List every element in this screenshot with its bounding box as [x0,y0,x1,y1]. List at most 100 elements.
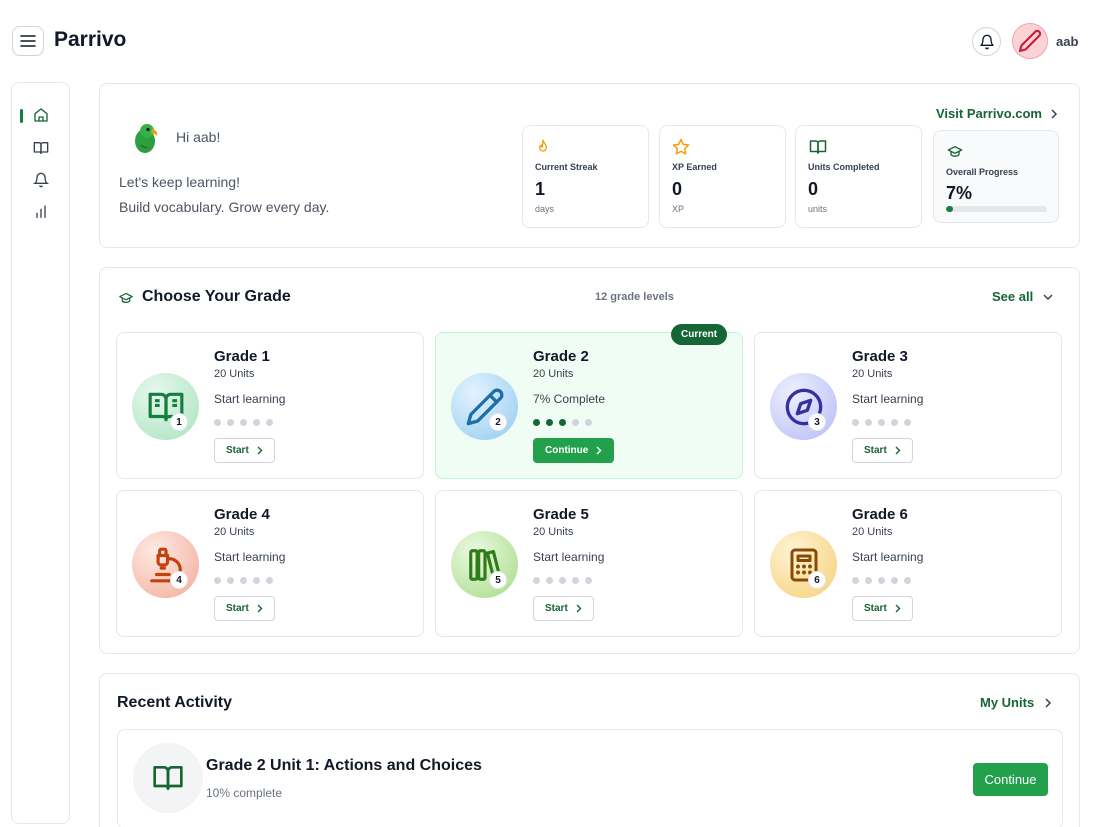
grade-number-badge: 4 [170,571,188,589]
progress-dot [865,419,872,426]
grade-start-button[interactable]: Start [214,438,275,463]
pencil-avatar-icon [1018,29,1042,53]
chevron-down-icon [1043,293,1053,300]
choose-grade-card: Choose Your Grade 12 grade levels See al… [99,267,1080,654]
button-label: Start [226,445,249,456]
sidebar-item-units[interactable] [31,138,51,158]
home-icon [34,108,48,122]
progress-dot [585,577,592,584]
chevron-right-icon [895,446,901,455]
grade-card-6[interactable]: 6 Grade 6 20 Units Start learning Start [754,490,1062,637]
grade-number-badge: 2 [489,413,507,431]
button-label: Start [864,445,887,456]
grade-status: Start learning [214,392,286,406]
grade-number-badge: 3 [808,413,826,431]
grade-card-1[interactable]: 1 Grade 1 20 Units Start learning Start [116,332,424,479]
chevron-right-icon [257,604,263,613]
progress-dot [227,577,234,584]
sidebar-item-stats[interactable] [31,202,51,222]
graduation-cap-icon [119,292,133,304]
grade-icon-circle [132,373,199,440]
see-all-label: See all [992,289,1034,304]
progress-dot [852,577,859,584]
progress-dot [904,419,911,426]
grade-units: 20 Units [852,368,893,380]
stat-card-units: Units Completed 0 units [795,125,922,228]
sidebar-item-home[interactable] [31,105,51,125]
progress-bar-fill [946,206,954,212]
progress-dot [878,419,885,426]
see-all-link[interactable]: See all [992,289,1053,304]
progress-dot [572,419,579,426]
my-units-link[interactable]: My Units [980,695,1052,710]
stat-unit: units [808,204,828,214]
activity-title: Grade 2 Unit 1: Actions and Choices [206,757,482,774]
overall-progress-card: Overall Progress 7% [933,130,1059,223]
grade-name: Grade 4 [214,506,270,523]
progress-dot [240,419,247,426]
stat-card-xp: XP Earned 0 XP [659,125,786,228]
stat-unit: XP [672,204,685,214]
grade-level-count: 12 grade levels [595,291,674,303]
grade-name: Grade 5 [533,506,589,523]
grade-start-button[interactable]: Start [852,596,913,621]
graduation-cap-icon [947,146,963,157]
grade-progress-dots [852,419,911,426]
grade-card-3[interactable]: 3 Grade 3 20 Units Start learning Start [754,332,1062,479]
grade-status: Start learning [533,550,605,564]
grade-card-4[interactable]: 4 Grade 4 20 Units Start learning Start [116,490,424,637]
grade-progress-dots [533,577,592,584]
button-label: Continue [545,445,589,456]
chevron-right-icon [1045,697,1052,708]
star-icon [672,138,690,155]
top-bar: Parrivo aab [0,0,1093,82]
my-units-label: My Units [980,695,1035,710]
progress-dot [266,577,273,584]
stat-label: XP Earned [672,162,717,172]
activity-continue-button[interactable]: Continue [973,763,1048,796]
grade-card-2[interactable]: Current 2 Grade 2 20 Units 7% Complete C… [435,324,743,479]
grade-progress-dots [533,419,592,426]
recent-activity-title: Recent Activity [117,694,232,711]
stat-value: 0 [808,179,819,199]
visit-site-link[interactable]: Visit Parrivo.com [936,106,1058,121]
grade-status: Start learning [214,550,286,564]
progress-dot [546,577,553,584]
activity-item[interactable]: Grade 2 Unit 1: Actions and Choices 10% … [117,729,1063,827]
grade-status: Start learning [852,550,924,564]
grade-start-button[interactable]: Start [533,596,594,621]
grade-units: 20 Units [533,526,574,538]
progress-dot [266,419,273,426]
visit-site-label: Visit Parrivo.com [936,106,1042,121]
sidebar-item-notifications[interactable] [31,170,51,190]
progress-dot [878,577,885,584]
grade-start-button[interactable]: Start [214,596,275,621]
welcome-card: Hi aab! Let's keep learning! Build vocab… [99,83,1080,248]
hamburger-icon [20,35,36,47]
menu-button[interactable] [12,26,44,56]
grade-card-5[interactable]: 5 Grade 5 20 Units Start learning Start [435,490,743,637]
avatar[interactable] [1012,23,1048,59]
progress-dot [891,577,898,584]
progress-dot [253,419,260,426]
grade-continue-button[interactable]: Continue [533,438,615,463]
grade-icon-circle [770,531,837,598]
current-badge: Current [671,324,728,345]
progress-dot [572,577,579,584]
stat-label: Units Completed [808,162,880,172]
chevron-right-icon [576,604,582,613]
username-label[interactable]: aab [1056,34,1078,49]
progress-dot [904,577,911,584]
progress-dot [559,419,566,426]
progress-dot [852,419,859,426]
grade-progress-dots [852,577,911,584]
grade-progress-dots [214,577,273,584]
progress-dot [585,419,592,426]
grade-start-button[interactable]: Start [852,438,913,463]
book-icon [33,142,49,154]
parrot-logo-icon [135,124,158,153]
stat-label: Current Streak [535,162,598,172]
app-brand[interactable]: Parrivo [54,28,126,52]
notifications-button[interactable] [972,27,1001,56]
activity-progress: 10% complete [206,786,283,800]
